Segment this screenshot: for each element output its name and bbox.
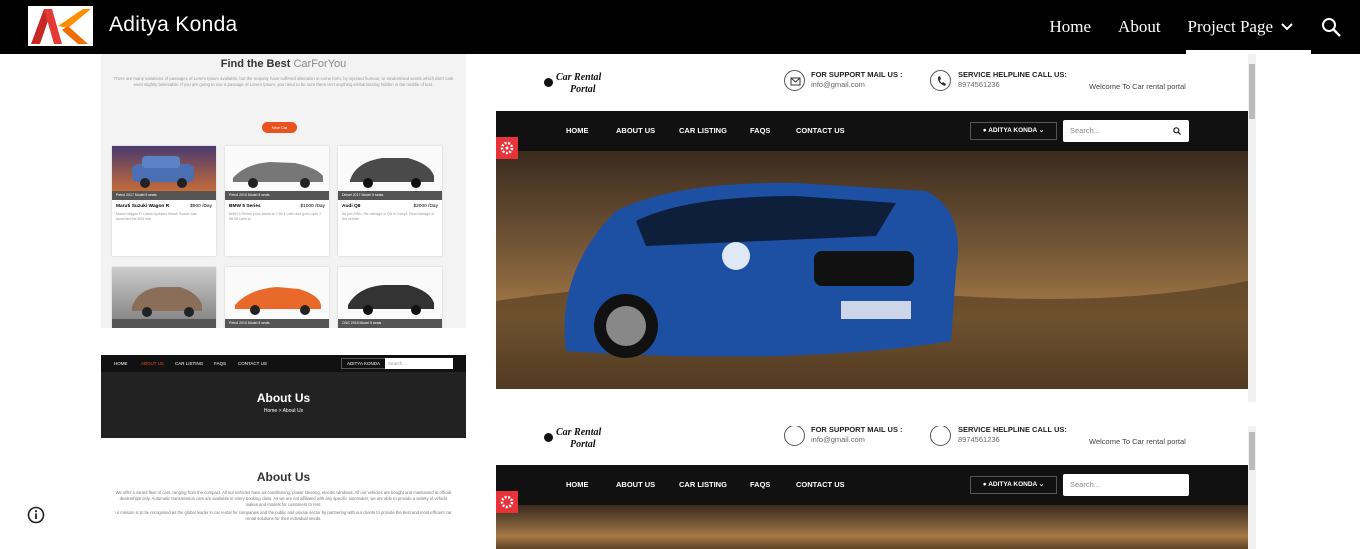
portal-nav: HOME ABOUT US CAR LISTING FAQS CONTACT U… — [496, 465, 1248, 505]
nav-about[interactable]: About — [1118, 0, 1161, 54]
nav-home[interactable]: Home — [1050, 0, 1092, 54]
user-menu-button[interactable]: ● ADITYA KONDA ⌄ — [970, 476, 1057, 494]
portal-nav-car-listing[interactable]: CAR LISTING — [679, 126, 727, 135]
portal-search-input[interactable]: Search... — [1063, 474, 1189, 496]
screenshot-about-text: About Us We offer a varied fleet of cars… — [101, 465, 466, 549]
support-info: FOR SUPPORT MAIL US : info@gmail.com — [811, 426, 903, 444]
helpline-info: SERVICE HELPLINE CALL US: 8974561236 — [958, 70, 1067, 89]
gear-icon[interactable] — [496, 137, 518, 159]
breadcrumb: Home > About Us — [263, 408, 304, 414]
about-paragraph-2: ur mission is to be recognised as the gl… — [115, 510, 452, 521]
site-header: Aditya Konda Home About Project Page — [0, 0, 1360, 54]
gear-icon[interactable] — [496, 491, 518, 513]
portal-nav-faqs[interactable]: FAQS — [750, 126, 770, 135]
hero-car-image — [496, 151, 1248, 389]
about-hero-title: About Us — [256, 391, 311, 405]
site-nav: Home About Project Page — [1050, 0, 1360, 54]
about-title: About Us — [256, 470, 311, 484]
portal-nav-car-listing[interactable]: CAR LISTING — [679, 480, 727, 489]
portal-search-input[interactable]: Search... — [1063, 120, 1189, 142]
nav-project-page-label: Project Page — [1187, 17, 1273, 36]
portal-nav-contact[interactable]: CONTACT US — [796, 480, 845, 489]
listing-heading: Find the Best CarForYou — [220, 58, 347, 70]
scrollbar[interactable] — [1248, 426, 1256, 549]
about-paragraph-1: We offer a varied fleet of cars, ranging… — [115, 490, 452, 507]
car-card: Petrol 2019 Model 5 seats BMW 5 Series $1… — [225, 146, 329, 256]
car-card: CNG 2018 Model 5 seats — [338, 267, 442, 328]
car-card: Petrol 2017 Model 5 seats Maruti Suzuki … — [112, 146, 216, 256]
chevron-down-icon — [1281, 23, 1293, 31]
new-car-pill: New Car — [262, 122, 297, 133]
portal-nav-about[interactable]: ABOUT US — [616, 126, 655, 135]
phone-icon — [930, 70, 951, 91]
mail-icon — [784, 426, 805, 446]
phone-icon — [930, 426, 951, 446]
listing-intro: There are many variations of passages of… — [113, 76, 454, 87]
support-info: FOR SUPPORT MAIL US : info@gmail.com — [811, 70, 903, 89]
portal-nav-contact[interactable]: CONTACT US — [796, 126, 845, 135]
portal-nav-about[interactable]: ABOUT US — [616, 480, 655, 489]
search-icon[interactable] — [1173, 127, 1181, 135]
user-icon: ● — [982, 127, 987, 134]
portal-nav: HOME ABOUT US CAR LISTING FAQS CONTACT U… — [496, 111, 1248, 151]
info-icon[interactable] — [27, 506, 45, 524]
hero-car-image — [496, 505, 1248, 549]
portal-brand: Car Rental Portal — [544, 72, 601, 96]
car-card: Petrol 2019 Model 5 seats — [225, 267, 329, 328]
mail-icon — [784, 70, 805, 91]
welcome-text: Welcome To Car rental portal — [1089, 437, 1186, 446]
car-card — [112, 267, 216, 328]
user-menu-button[interactable]: ● ADITYA KONDA ⌄ — [970, 122, 1057, 140]
helpline-info: SERVICE HELPLINE CALL US: 8974561236 — [958, 426, 1067, 444]
screenshot-about-hero: HOME ABOUT US CAR LISTING FAQS CONTACT U… — [101, 355, 466, 438]
screenshot-portal-home-2: Car Rental Portal FOR SUPPORT MAIL US : in… — [496, 426, 1256, 549]
portal-nav-home[interactable]: HOME — [566, 480, 589, 489]
portal-header: Car Rental Portal FOR SUPPORT MAIL US : in… — [496, 426, 1248, 466]
portal-header: Car Rental Portal FOR SUPPORT MAIL US : in… — [496, 54, 1248, 111]
search-icon[interactable] — [1320, 16, 1342, 38]
portal-brand: Car Rental Portal — [544, 427, 601, 451]
car-card: Diesel 2017 Model 5 seats Audi Q8 $2000 /… — [338, 146, 442, 256]
mini-nav: HOME ABOUT US CAR LISTING FAQS CONTACT U… — [101, 355, 466, 372]
scrollbar[interactable] — [1248, 54, 1256, 402]
welcome-text: Welcome To Car rental portal — [1089, 82, 1186, 91]
portal-nav-home[interactable]: HOME — [566, 126, 589, 135]
site-title[interactable]: Aditya Konda — [109, 13, 238, 37]
nav-project-page[interactable]: Project Page — [1185, 0, 1312, 54]
screenshot-portal-home: Car Rental Portal FOR SUPPORT MAIL US : in… — [496, 54, 1256, 402]
screenshot-car-listing: Find the Best CarForYou There are many v… — [101, 54, 466, 328]
site-logo[interactable] — [28, 6, 93, 46]
portal-nav-faqs[interactable]: FAQS — [750, 480, 770, 489]
